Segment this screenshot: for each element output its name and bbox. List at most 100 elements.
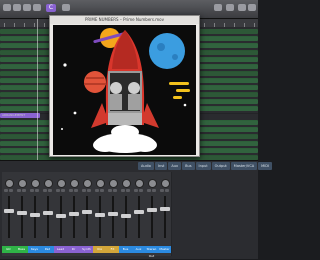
solo-button[interactable] — [22, 189, 26, 192]
channel-name[interactable]: Dr — [67, 246, 80, 253]
pan-knob[interactable] — [135, 179, 144, 188]
mixer-tab[interactable]: Inst — [154, 162, 168, 170]
pan-knob[interactable] — [18, 179, 27, 188]
note-pads-icon[interactable] — [226, 4, 234, 11]
volume-fader[interactable] — [108, 212, 118, 216]
volume-fader[interactable] — [160, 207, 170, 212]
volume-fader-track[interactable] — [99, 196, 101, 238]
mute-button[interactable] — [121, 189, 125, 192]
movie-window-title: PRIME NUMBERS – Prime Numbers.mov — [50, 16, 199, 24]
mute-button[interactable] — [147, 189, 151, 192]
channel-name[interactable]: Bass — [15, 246, 28, 253]
solo-button[interactable] — [165, 189, 169, 192]
pan-knob[interactable] — [148, 179, 157, 188]
volume-fader[interactable] — [134, 209, 144, 214]
playhead[interactable] — [37, 19, 38, 160]
volume-fader-track[interactable] — [21, 196, 23, 238]
volume-fader[interactable] — [121, 214, 131, 218]
inspector-icon[interactable] — [13, 4, 21, 11]
mixer-tab[interactable]: Input — [195, 162, 211, 170]
mute-button[interactable] — [43, 189, 47, 192]
channel-name[interactable]: Lead — [54, 246, 67, 253]
solo-button[interactable] — [126, 189, 130, 192]
volume-fader-track[interactable] — [138, 196, 140, 238]
channel-name[interactable]: FX — [106, 246, 119, 253]
pan-knob[interactable] — [109, 179, 118, 188]
channel-name[interactable]: Synth — [80, 246, 93, 253]
channel-name[interactable]: Master — [158, 246, 171, 253]
volume-fader[interactable] — [69, 212, 79, 216]
volume-fader[interactable] — [17, 211, 27, 216]
mixer-tab[interactable]: Bus — [182, 162, 195, 170]
channel-name[interactable]: Keys — [28, 246, 41, 253]
channel-name[interactable]: Stereo Out — [145, 246, 158, 258]
channel-name[interactable]: Bus — [119, 246, 132, 253]
channel-name[interactable]: Gtr — [2, 246, 15, 253]
solo-button[interactable] — [74, 189, 78, 192]
pan-knob[interactable] — [31, 179, 40, 188]
volume-fader-track[interactable] — [8, 196, 10, 238]
pan-knob[interactable] — [96, 179, 105, 188]
toolbar-icon[interactable] — [23, 4, 31, 11]
smart-controls-icon[interactable] — [33, 4, 41, 11]
mute-button[interactable] — [69, 189, 73, 192]
mute-button[interactable] — [30, 189, 34, 192]
list-editors-icon[interactable] — [214, 4, 222, 11]
volume-fader[interactable] — [43, 211, 53, 216]
volume-fader-track[interactable] — [73, 196, 75, 238]
volume-fader[interactable] — [147, 208, 157, 212]
solo-button[interactable] — [35, 189, 39, 192]
mute-button[interactable] — [4, 189, 8, 192]
solo-button[interactable] — [139, 189, 143, 192]
editors-icon[interactable] — [62, 4, 70, 11]
mute-button[interactable] — [82, 189, 86, 192]
pan-knob[interactable] — [122, 179, 131, 188]
volume-fader-track[interactable] — [164, 196, 166, 238]
channel-name[interactable]: Aux — [132, 246, 145, 253]
volume-fader-track[interactable] — [151, 196, 153, 238]
browsers-icon[interactable] — [248, 4, 256, 11]
mixer-tab[interactable]: Output — [211, 162, 230, 170]
mute-button[interactable] — [134, 189, 138, 192]
channel-name[interactable]: Pad — [41, 246, 54, 253]
solo-button[interactable] — [9, 189, 13, 192]
solo-button[interactable] — [113, 189, 117, 192]
channel-strip: Stereo Out — [145, 172, 159, 258]
mixer-tab[interactable]: Master/VCA — [230, 162, 258, 170]
pan-knob[interactable] — [70, 179, 79, 188]
library-icon[interactable] — [3, 4, 11, 11]
pan-knob[interactable] — [161, 179, 170, 188]
channel-name[interactable]: Vox — [93, 246, 106, 253]
volume-fader[interactable] — [30, 212, 40, 217]
volume-fader[interactable] — [56, 214, 66, 218]
pan-knob[interactable] — [83, 179, 92, 188]
solo-button[interactable] — [100, 189, 104, 192]
volume-fader-track[interactable] — [112, 196, 114, 238]
mute-button[interactable] — [108, 189, 112, 192]
volume-fader[interactable] — [82, 210, 92, 215]
mute-button[interactable] — [160, 189, 164, 192]
mixer-filter-tabs: Audio Inst Aux Bus Input Output Master/VCA MIDI — [138, 162, 272, 170]
solo-button[interactable] — [152, 189, 156, 192]
volume-fader-track[interactable] — [86, 196, 88, 238]
pan-knob[interactable] — [44, 179, 53, 188]
pan-knob[interactable] — [57, 179, 66, 188]
volume-fader[interactable] — [95, 212, 105, 217]
mixer-tab[interactable]: MIDI — [258, 162, 272, 170]
loop-browser-icon[interactable] — [238, 4, 246, 11]
mixer-toggle-button[interactable]: C — [46, 4, 56, 12]
mixer-tab[interactable]: Aux — [168, 162, 182, 170]
solo-button[interactable] — [61, 189, 65, 192]
rocket-artwork — [53, 25, 196, 155]
mute-button[interactable] — [17, 189, 21, 192]
volume-fader[interactable] — [4, 208, 14, 213]
volume-fader-track[interactable] — [34, 196, 36, 238]
volume-fader-track[interactable] — [47, 196, 49, 238]
solo-button[interactable] — [48, 189, 52, 192]
mute-button[interactable] — [56, 189, 60, 192]
solo-button[interactable] — [87, 189, 91, 192]
pan-knob[interactable] — [5, 179, 14, 188]
mixer-tab[interactable]: Audio — [138, 162, 154, 170]
mute-button[interactable] — [95, 189, 99, 192]
movie-window[interactable]: PRIME NUMBERS – Prime Numbers.mov — [49, 15, 200, 157]
